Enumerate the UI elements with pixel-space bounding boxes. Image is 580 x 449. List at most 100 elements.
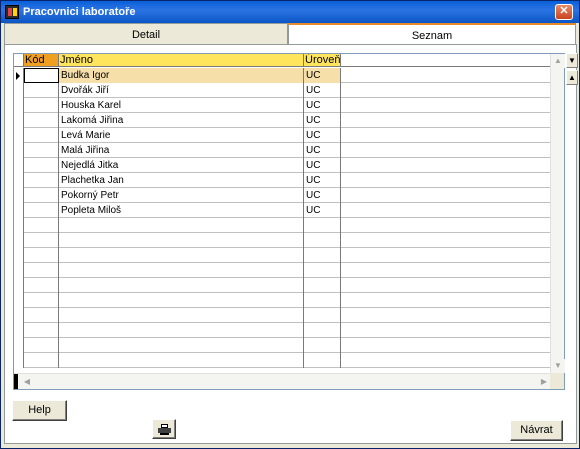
cell-uroven[interactable] bbox=[304, 293, 341, 308]
cell-kod[interactable] bbox=[24, 248, 59, 263]
cell-uroven[interactable] bbox=[304, 263, 341, 278]
scroll-right-icon[interactable]: ▶ bbox=[537, 375, 551, 389]
help-button[interactable]: Help bbox=[12, 400, 67, 421]
navrat-button[interactable]: Návrat bbox=[510, 420, 563, 441]
cell-jmeno[interactable]: Plachetka Jan bbox=[59, 173, 304, 188]
table-row[interactable]: Popleta Miloš UC bbox=[14, 203, 551, 218]
cell-kod[interactable] bbox=[24, 83, 59, 98]
table-row[interactable]: Levá Marie UC bbox=[14, 128, 551, 143]
cell-kod[interactable] bbox=[24, 353, 59, 368]
cell-jmeno[interactable] bbox=[59, 233, 304, 248]
cell-uroven[interactable]: UC bbox=[304, 68, 341, 83]
cell-jmeno[interactable] bbox=[59, 218, 304, 233]
table-row[interactable]: Plachetka Jan UC bbox=[14, 173, 551, 188]
record-navigator[interactable]: ▼ ▲ bbox=[566, 53, 578, 87]
cell-kod[interactable] bbox=[24, 68, 59, 83]
cell-kod[interactable] bbox=[24, 98, 59, 113]
cell-uroven[interactable]: UC bbox=[304, 203, 341, 218]
employees-grid[interactable]: Kód Jméno Úroveň Budka Igor UC Dvořák Jiří… bbox=[13, 53, 565, 390]
cell-uroven[interactable] bbox=[304, 233, 341, 248]
cell-jmeno[interactable]: Nejedlá Jitka bbox=[59, 158, 304, 173]
cell-uroven[interactable] bbox=[304, 308, 341, 323]
cell-kod[interactable] bbox=[24, 158, 59, 173]
vertical-scrollbar[interactable]: ▲ ▼ bbox=[550, 54, 565, 373]
cell-uroven[interactable] bbox=[304, 278, 341, 293]
table-row[interactable]: Dvořák Jiří UC bbox=[14, 83, 551, 98]
cell-jmeno[interactable] bbox=[59, 308, 304, 323]
cell-uroven[interactable] bbox=[304, 353, 341, 368]
close-button[interactable]: ✕ bbox=[555, 4, 573, 20]
cell-jmeno[interactable]: Dvořák Jiří bbox=[59, 83, 304, 98]
cell-jmeno[interactable] bbox=[59, 293, 304, 308]
cell-kod[interactable] bbox=[24, 263, 59, 278]
tab-seznam[interactable]: Seznam bbox=[288, 23, 576, 45]
cell-jmeno[interactable] bbox=[59, 278, 304, 293]
cell-kod[interactable] bbox=[24, 143, 59, 158]
cell-kod[interactable] bbox=[24, 278, 59, 293]
table-row[interactable]: Pokorný Petr UC bbox=[14, 188, 551, 203]
cell-kod[interactable] bbox=[24, 308, 59, 323]
cell-jmeno[interactable]: Levá Marie bbox=[59, 128, 304, 143]
cell-uroven[interactable] bbox=[304, 323, 341, 338]
cell-jmeno[interactable]: Malá Jiřina bbox=[59, 143, 304, 158]
table-row[interactable] bbox=[14, 338, 551, 353]
table-row[interactable] bbox=[14, 248, 551, 263]
row-indicator bbox=[14, 98, 24, 113]
cell-kod[interactable] bbox=[24, 203, 59, 218]
table-row[interactable] bbox=[14, 323, 551, 338]
cell-uroven[interactable]: UC bbox=[304, 188, 341, 203]
horizontal-scrollbar[interactable]: ◀ ▶ bbox=[14, 373, 551, 389]
cell-jmeno[interactable] bbox=[59, 338, 304, 353]
cell-jmeno[interactable] bbox=[59, 323, 304, 338]
table-row[interactable] bbox=[14, 218, 551, 233]
cell-jmeno[interactable]: Popleta Miloš bbox=[59, 203, 304, 218]
table-row[interactable] bbox=[14, 308, 551, 323]
table-row[interactable] bbox=[14, 263, 551, 278]
cell-jmeno[interactable]: Pokorný Petr bbox=[59, 188, 304, 203]
cell-uroven[interactable]: UC bbox=[304, 128, 341, 143]
table-row[interactable] bbox=[14, 293, 551, 308]
scroll-up-icon[interactable]: ▲ bbox=[551, 54, 565, 68]
tab-detail[interactable]: Detail bbox=[4, 23, 288, 45]
cell-uroven[interactable]: UC bbox=[304, 83, 341, 98]
cell-jmeno[interactable]: Budka Igor bbox=[59, 68, 304, 83]
cell-kod[interactable] bbox=[24, 233, 59, 248]
cell-kod[interactable] bbox=[24, 293, 59, 308]
cell-jmeno[interactable]: Houska Karel bbox=[59, 98, 304, 113]
table-row[interactable] bbox=[14, 278, 551, 293]
cell-jmeno[interactable] bbox=[59, 263, 304, 278]
table-row[interactable] bbox=[14, 353, 551, 368]
scroll-left-icon[interactable]: ◀ bbox=[20, 375, 34, 389]
cell-uroven[interactable]: UC bbox=[304, 113, 341, 128]
table-row[interactable]: Budka Igor UC bbox=[14, 68, 551, 83]
next-record-icon[interactable]: ▼ bbox=[566, 53, 578, 68]
table-row[interactable]: Houska Karel UC bbox=[14, 98, 551, 113]
prev-record-icon[interactable]: ▲ bbox=[566, 70, 578, 85]
cell-kod[interactable] bbox=[24, 218, 59, 233]
cell-kod[interactable] bbox=[24, 323, 59, 338]
cell-uroven[interactable]: UC bbox=[304, 143, 341, 158]
cell-kod[interactable] bbox=[24, 113, 59, 128]
print-button[interactable] bbox=[152, 419, 176, 439]
cell-jmeno[interactable] bbox=[59, 248, 304, 263]
cell-kod[interactable] bbox=[24, 128, 59, 143]
cell-uroven[interactable]: UC bbox=[304, 173, 341, 188]
cell-jmeno[interactable] bbox=[59, 353, 304, 368]
table-row[interactable]: Lakomá Jiřina UC bbox=[14, 113, 551, 128]
cell-kod[interactable] bbox=[24, 188, 59, 203]
table-row[interactable] bbox=[14, 233, 551, 248]
cell-uroven[interactable]: UC bbox=[304, 158, 341, 173]
cell-kod[interactable] bbox=[24, 173, 59, 188]
table-row[interactable]: Malá Jiřina UC bbox=[14, 143, 551, 158]
cell-uroven[interactable] bbox=[304, 338, 341, 353]
table-row[interactable]: Nejedlá Jitka UC bbox=[14, 158, 551, 173]
column-header-jmeno[interactable]: Jméno bbox=[59, 54, 304, 67]
cell-uroven[interactable]: UC bbox=[304, 98, 341, 113]
cell-jmeno[interactable]: Lakomá Jiřina bbox=[59, 113, 304, 128]
column-header-kod[interactable]: Kód bbox=[24, 54, 59, 67]
column-header-uroven[interactable]: Úroveň bbox=[304, 54, 341, 67]
cell-uroven[interactable] bbox=[304, 248, 341, 263]
scroll-down-icon[interactable]: ▼ bbox=[551, 359, 565, 373]
cell-uroven[interactable] bbox=[304, 218, 341, 233]
cell-kod[interactable] bbox=[24, 338, 59, 353]
